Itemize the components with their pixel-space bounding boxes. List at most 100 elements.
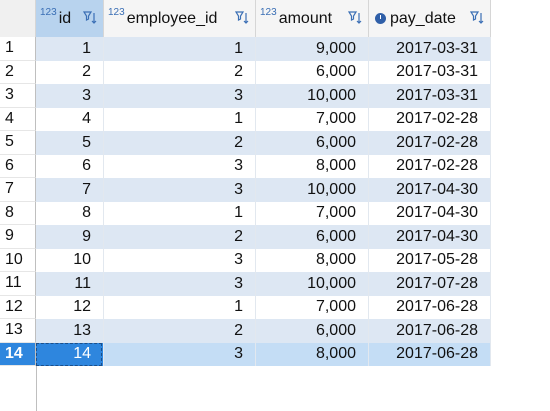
cell-id[interactable]: 6 bbox=[36, 154, 104, 178]
table-row[interactable]: 2 2 2 6,000 2017-03-31 bbox=[0, 60, 550, 84]
cell-pay-date[interactable]: 2017-05-28 bbox=[369, 248, 491, 272]
cell-amount[interactable]: 10,000 bbox=[256, 84, 369, 108]
sort-filter-icon[interactable] bbox=[348, 10, 362, 26]
table-row[interactable]: 4 4 1 7,000 2017-02-28 bbox=[0, 107, 550, 131]
cell-pay-date[interactable]: 2017-03-31 bbox=[369, 37, 491, 61]
column-label: employee_id bbox=[126, 9, 218, 27]
cell-pay-date[interactable]: 2017-02-28 bbox=[369, 154, 491, 178]
cell-pay-date[interactable]: 2017-04-30 bbox=[369, 225, 491, 249]
sort-filter-icon[interactable] bbox=[235, 10, 249, 26]
cell-amount[interactable]: 8,000 bbox=[256, 248, 369, 272]
cell-id[interactable]: 4 bbox=[36, 107, 104, 131]
cell-pay-date[interactable]: 2017-04-30 bbox=[369, 178, 491, 202]
cell-employee-id[interactable]: 2 bbox=[104, 319, 256, 343]
cell-employee-id[interactable]: 1 bbox=[104, 295, 256, 319]
cell-employee-id[interactable]: 3 bbox=[104, 178, 256, 202]
table-row[interactable]: 5 5 2 6,000 2017-02-28 bbox=[0, 131, 550, 155]
table-row[interactable]: 13 13 2 6,000 2017-06-28 bbox=[0, 319, 550, 343]
cell-employee-id[interactable]: 3 bbox=[104, 272, 256, 296]
row-number-cell[interactable]: 9 bbox=[0, 225, 36, 249]
sort-filter-icon[interactable] bbox=[470, 10, 484, 26]
table-row[interactable]: 3 3 3 10,000 2017-03-31 bbox=[0, 84, 550, 108]
table-row[interactable]: 14 14 3 8,000 2017-06-28 bbox=[0, 342, 550, 366]
sort-filter-icon[interactable] bbox=[83, 10, 97, 26]
cell-amount[interactable]: 7,000 bbox=[256, 201, 369, 225]
row-number-cell[interactable]: 2 bbox=[0, 60, 36, 84]
cell-id[interactable]: 12 bbox=[36, 295, 104, 319]
cell-pay-date[interactable]: 2017-03-31 bbox=[369, 84, 491, 108]
table-row[interactable]: 11 11 3 10,000 2017-07-28 bbox=[0, 272, 550, 296]
cell-amount[interactable]: 8,000 bbox=[256, 342, 369, 366]
row-number-cell[interactable]: 4 bbox=[0, 107, 36, 131]
cell-employee-id[interactable]: 2 bbox=[104, 60, 256, 84]
cell-employee-id[interactable]: 3 bbox=[104, 154, 256, 178]
row-number-cell[interactable]: 5 bbox=[0, 131, 36, 155]
cell-pay-date[interactable]: 2017-02-28 bbox=[369, 107, 491, 131]
cell-amount[interactable]: 6,000 bbox=[256, 225, 369, 249]
cell-amount[interactable]: 9,000 bbox=[256, 37, 369, 61]
cell-id[interactable]: 7 bbox=[36, 178, 104, 202]
cell-id[interactable]: 3 bbox=[36, 84, 104, 108]
table-row[interactable]: 6 6 3 8,000 2017-02-28 bbox=[0, 154, 550, 178]
row-number-cell[interactable]: 12 bbox=[0, 295, 36, 319]
row-number-cell[interactable]: 1 bbox=[0, 37, 36, 61]
cell-amount[interactable]: 6,000 bbox=[256, 319, 369, 343]
cell-amount[interactable]: 6,000 bbox=[256, 60, 369, 84]
table-row[interactable]: 1 1 1 9,000 2017-03-31 bbox=[0, 37, 550, 61]
cell-pay-date[interactable]: 2017-06-28 bbox=[369, 319, 491, 343]
cell-employee-id[interactable]: 3 bbox=[104, 342, 256, 366]
row-number-cell[interactable]: 14 bbox=[0, 342, 36, 366]
cell-employee-id[interactable]: 1 bbox=[104, 201, 256, 225]
row-filler bbox=[491, 178, 550, 202]
header-filler bbox=[491, 0, 550, 37]
row-number-cell[interactable]: 3 bbox=[0, 84, 36, 108]
cell-employee-id[interactable]: 2 bbox=[104, 131, 256, 155]
column-header-employee-id[interactable]: 123 employee_id bbox=[104, 0, 256, 37]
row-number-header[interactable] bbox=[0, 0, 36, 37]
cell-amount[interactable]: 8,000 bbox=[256, 154, 369, 178]
table-row[interactable]: 10 10 3 8,000 2017-05-28 bbox=[0, 248, 550, 272]
table-row[interactable]: 9 9 2 6,000 2017-04-30 bbox=[0, 225, 550, 249]
cell-id[interactable]: 11 bbox=[36, 272, 104, 296]
row-number-cell[interactable]: 13 bbox=[0, 319, 36, 343]
cell-pay-date[interactable]: 2017-03-31 bbox=[369, 60, 491, 84]
cell-amount[interactable]: 6,000 bbox=[256, 131, 369, 155]
cell-id[interactable]: 5 bbox=[36, 131, 104, 155]
table-row[interactable]: 8 8 1 7,000 2017-04-30 bbox=[0, 201, 550, 225]
grid-body: 1 1 1 9,000 2017-03-31 2 2 2 6,000 2017-03-31 3 3 3 1… bbox=[0, 37, 550, 366]
cell-pay-date[interactable]: 2017-06-28 bbox=[369, 342, 491, 366]
row-number-cell[interactable]: 10 bbox=[0, 248, 36, 272]
cell-id[interactable]: 2 bbox=[36, 60, 104, 84]
cell-employee-id[interactable]: 1 bbox=[104, 37, 256, 61]
cell-id[interactable]: 13 bbox=[36, 319, 104, 343]
cell-employee-id[interactable]: 1 bbox=[104, 107, 256, 131]
row-filler bbox=[491, 272, 550, 296]
column-header-row: 123 id 123 employee_id 123 amount pay_da… bbox=[0, 0, 550, 38]
row-number-cell[interactable]: 6 bbox=[0, 154, 36, 178]
cell-employee-id[interactable]: 2 bbox=[104, 225, 256, 249]
cell-id[interactable]: 8 bbox=[36, 201, 104, 225]
cell-pay-date[interactable]: 2017-07-28 bbox=[369, 272, 491, 296]
table-row[interactable]: 12 12 1 7,000 2017-06-28 bbox=[0, 295, 550, 319]
table-row[interactable]: 7 7 3 10,000 2017-04-30 bbox=[0, 178, 550, 202]
cell-amount[interactable]: 10,000 bbox=[256, 272, 369, 296]
column-header-pay-date[interactable]: pay_date bbox=[369, 0, 491, 37]
cell-amount[interactable]: 7,000 bbox=[256, 295, 369, 319]
row-number-cell[interactable]: 11 bbox=[0, 272, 36, 296]
cell-pay-date[interactable]: 2017-04-30 bbox=[369, 201, 491, 225]
cell-employee-id[interactable]: 3 bbox=[104, 84, 256, 108]
cell-pay-date[interactable]: 2017-06-28 bbox=[369, 295, 491, 319]
row-number-cell[interactable]: 7 bbox=[0, 178, 36, 202]
cell-employee-id[interactable]: 3 bbox=[104, 248, 256, 272]
column-header-id[interactable]: 123 id bbox=[36, 0, 104, 37]
clock-icon bbox=[375, 13, 386, 24]
cell-id[interactable]: 10 bbox=[36, 248, 104, 272]
cell-pay-date[interactable]: 2017-02-28 bbox=[369, 131, 491, 155]
cell-amount[interactable]: 7,000 bbox=[256, 107, 369, 131]
cell-id[interactable]: 1 bbox=[36, 37, 104, 61]
cell-id[interactable]: 14 bbox=[36, 342, 104, 366]
column-header-amount[interactable]: 123 amount bbox=[256, 0, 369, 37]
cell-id[interactable]: 9 bbox=[36, 225, 104, 249]
row-number-cell[interactable]: 8 bbox=[0, 201, 36, 225]
cell-amount[interactable]: 10,000 bbox=[256, 178, 369, 202]
